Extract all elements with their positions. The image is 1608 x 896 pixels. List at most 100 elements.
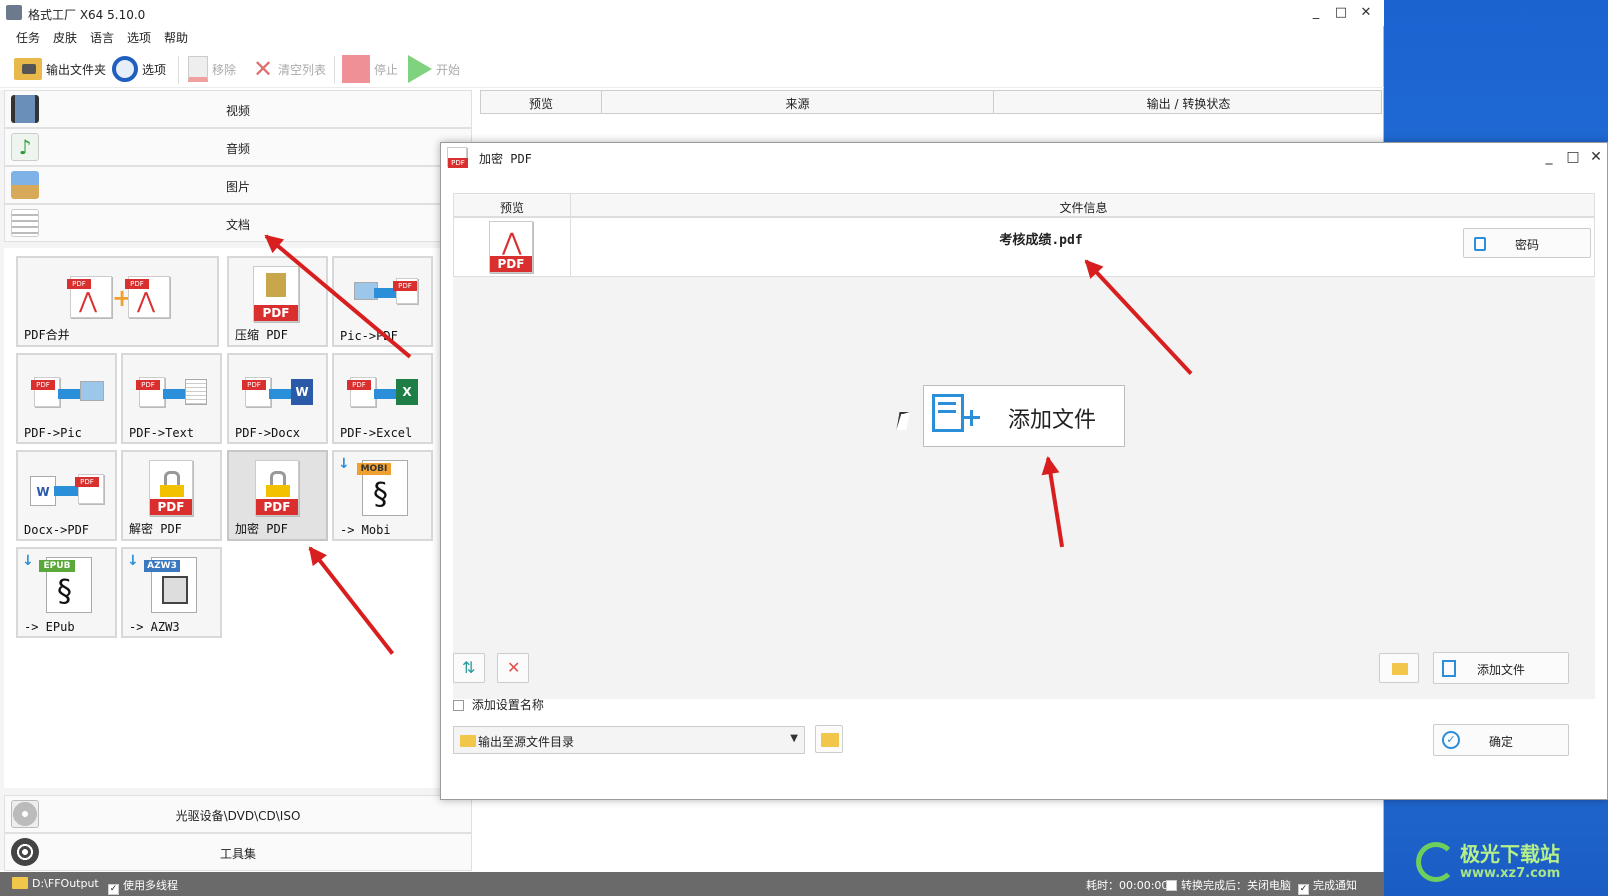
tile-label: Docx->PDF: [24, 523, 90, 537]
tile-pdf-to-docx[interactable]: PDF W PDF->Docx: [227, 353, 328, 444]
add-setting-name-label: 添加设置名称: [471, 698, 544, 712]
output-folder-label: 输出文件夹: [46, 62, 107, 77]
arrow-right-icon: [54, 486, 80, 496]
ok-label: 确定: [1488, 735, 1513, 749]
tile-label: 压缩 PDF: [235, 328, 288, 342]
output-directory-select[interactable]: 输出至源文件目录 ▼: [453, 726, 805, 754]
download-arrow-icon: ↓: [22, 553, 34, 569]
stop-label: 停止: [374, 62, 399, 77]
tile-pdf-decrypt[interactable]: PDF 解密 PDF: [121, 450, 222, 541]
stop-button[interactable]: 停止: [342, 52, 398, 86]
add-list-icon: [932, 394, 980, 440]
toolbar-separator: [178, 56, 179, 84]
dialog-close-button[interactable]: ✕: [1584, 145, 1608, 169]
menu-skin[interactable]: 皮肤: [53, 29, 77, 46]
output-path[interactable]: D:\FFOutput: [32, 877, 99, 890]
output-folder-icon[interactable]: [12, 877, 28, 890]
task-table-header: 预览 来源 输出 / 转换状态: [480, 90, 1382, 114]
delete-file-button[interactable]: ✕: [497, 653, 529, 683]
tile-label: PDF->Pic: [24, 426, 82, 440]
clear-list-button[interactable]: ✕ 清空列表: [252, 52, 326, 86]
category-disc[interactable]: 光驱设备\DVD\CD\ISO: [4, 795, 472, 833]
tile-label: PDF->Docx: [235, 426, 301, 440]
menu-help[interactable]: 帮助: [164, 29, 188, 46]
dialog-minimize-button[interactable]: _: [1537, 145, 1561, 169]
pdf-file-preview-icon: ⋀ PDF: [489, 221, 533, 273]
pdf-to-docx-icon: PDF: [242, 377, 271, 407]
notify-checkbox[interactable]: ✓ 完成通知: [1298, 877, 1357, 895]
folder-camera-icon: [14, 58, 42, 80]
download-arrow-icon: ↓: [338, 456, 350, 472]
output-folder-button[interactable]: 输出文件夹: [14, 52, 106, 86]
multithread-checkbox[interactable]: ✓ 使用多线程: [108, 877, 178, 895]
tile-label: 加密 PDF: [235, 522, 288, 536]
checkbox-checked-icon: ✓: [108, 884, 119, 895]
download-arrow-icon: ↓: [127, 553, 139, 569]
minimize-button[interactable]: _: [1303, 2, 1329, 24]
after-convert-checkbox[interactable]: 转换完成后：关闭电脑: [1166, 877, 1291, 893]
delete-icon: ✕: [507, 658, 521, 677]
dialog-maximize-button[interactable]: □: [1561, 145, 1585, 169]
tile-docx-to-pdf[interactable]: W PDF Docx->PDF: [16, 450, 117, 541]
pdf-band: PDF: [254, 305, 298, 321]
menu-language[interactable]: 语言: [90, 29, 114, 46]
category-image[interactable]: 图片: [4, 166, 472, 204]
tile-to-mobi[interactable]: ↓ MOBI § -> Mobi: [332, 450, 433, 541]
checkbox-icon: [453, 700, 464, 711]
column-preview[interactable]: 预览: [454, 199, 570, 216]
options-button[interactable]: 选项: [112, 52, 166, 86]
category-audio[interactable]: ♪ 音频: [4, 128, 472, 166]
add-file-button[interactable]: 添加文件: [1433, 652, 1569, 684]
add-setting-name-checkbox[interactable]: 添加设置名称: [453, 696, 653, 714]
tile-pdf-compress[interactable]: PDF 压缩 PDF: [227, 256, 328, 347]
category-tools[interactable]: 工具集: [4, 833, 472, 871]
browse-folder-button[interactable]: [815, 725, 843, 753]
pdf-to-text-icon: PDF: [136, 377, 165, 407]
tile-to-epub[interactable]: ↓ EPUB § -> EPub: [16, 547, 117, 638]
column-output-status[interactable]: 输出 / 转换状态: [993, 91, 1383, 113]
column-file-info[interactable]: 文件信息: [570, 194, 1596, 216]
picture-icon: [80, 381, 104, 401]
after-convert-label: 转换完成后：关闭电脑: [1181, 879, 1291, 892]
column-preview[interactable]: 预览: [481, 95, 601, 112]
category-video-label: 视频: [225, 104, 250, 118]
checkbox-icon: [1166, 880, 1177, 891]
category-audio-label: 音频: [225, 142, 250, 156]
password-button[interactable]: 密码: [1463, 228, 1591, 258]
sort-button[interactable]: ⇅: [453, 653, 485, 683]
tile-pdf-to-pic[interactable]: PDF PDF->Pic: [16, 353, 117, 444]
encrypt-pdf-dialog: PDF 加密 PDF _ □ ✕ 预览 文件信息 ⋀ PDF 考核成绩.pdf 密…: [440, 142, 1608, 800]
tile-pdf-to-text[interactable]: PDF PDF->Text: [121, 353, 222, 444]
pdf-decrypt-icon: PDF: [149, 460, 193, 516]
watermark-url: www.xz7.com: [1460, 866, 1561, 881]
tile-to-azw3[interactable]: ↓ AZW3 -> AZW3: [121, 547, 222, 638]
add-folder-button[interactable]: [1379, 653, 1419, 683]
start-button[interactable]: 开始: [408, 52, 460, 86]
category-video[interactable]: 视频: [4, 90, 472, 128]
docx-to-pdf-icon: W: [30, 476, 56, 506]
tile-pdf-merge[interactable]: PDF ⋀ + PDF ⋀ PDF合并: [16, 256, 219, 347]
menu-options[interactable]: 选项: [127, 29, 151, 46]
pic-to-pdf-icon: PDF: [393, 278, 418, 304]
pdf-compress-icon: PDF: [253, 266, 299, 322]
multithread-label: 使用多线程: [123, 879, 178, 892]
maximize-button[interactable]: □: [1328, 2, 1354, 24]
menu-task[interactable]: 任务: [16, 29, 40, 46]
add-file-big-button[interactable]: 添加文件: [923, 385, 1125, 447]
category-document[interactable]: 文档: [4, 204, 472, 242]
tile-label: PDF->Excel: [340, 426, 413, 440]
add-folder-icon: [1392, 663, 1408, 675]
tile-label: 解密 PDF: [129, 522, 182, 536]
tile-pdf-to-excel[interactable]: PDF X PDF->Excel: [332, 353, 433, 444]
ok-button[interactable]: ✓ 确定: [1433, 724, 1569, 756]
remove-button[interactable]: 移除: [188, 52, 236, 86]
close-button[interactable]: ✕: [1353, 2, 1379, 24]
column-source[interactable]: 来源: [601, 91, 993, 113]
tile-pdf-encrypt[interactable]: PDF 加密 PDF: [227, 450, 328, 541]
watermark: 极光下载站 www.xz7.com: [1410, 838, 1600, 892]
clear-list-label: 清空列表: [278, 62, 327, 77]
category-document-label: 文档: [225, 218, 250, 232]
tile-label: -> AZW3: [129, 620, 180, 634]
pdf-band: PDF: [256, 499, 298, 515]
epub-icon: EPUB §: [39, 557, 92, 613]
